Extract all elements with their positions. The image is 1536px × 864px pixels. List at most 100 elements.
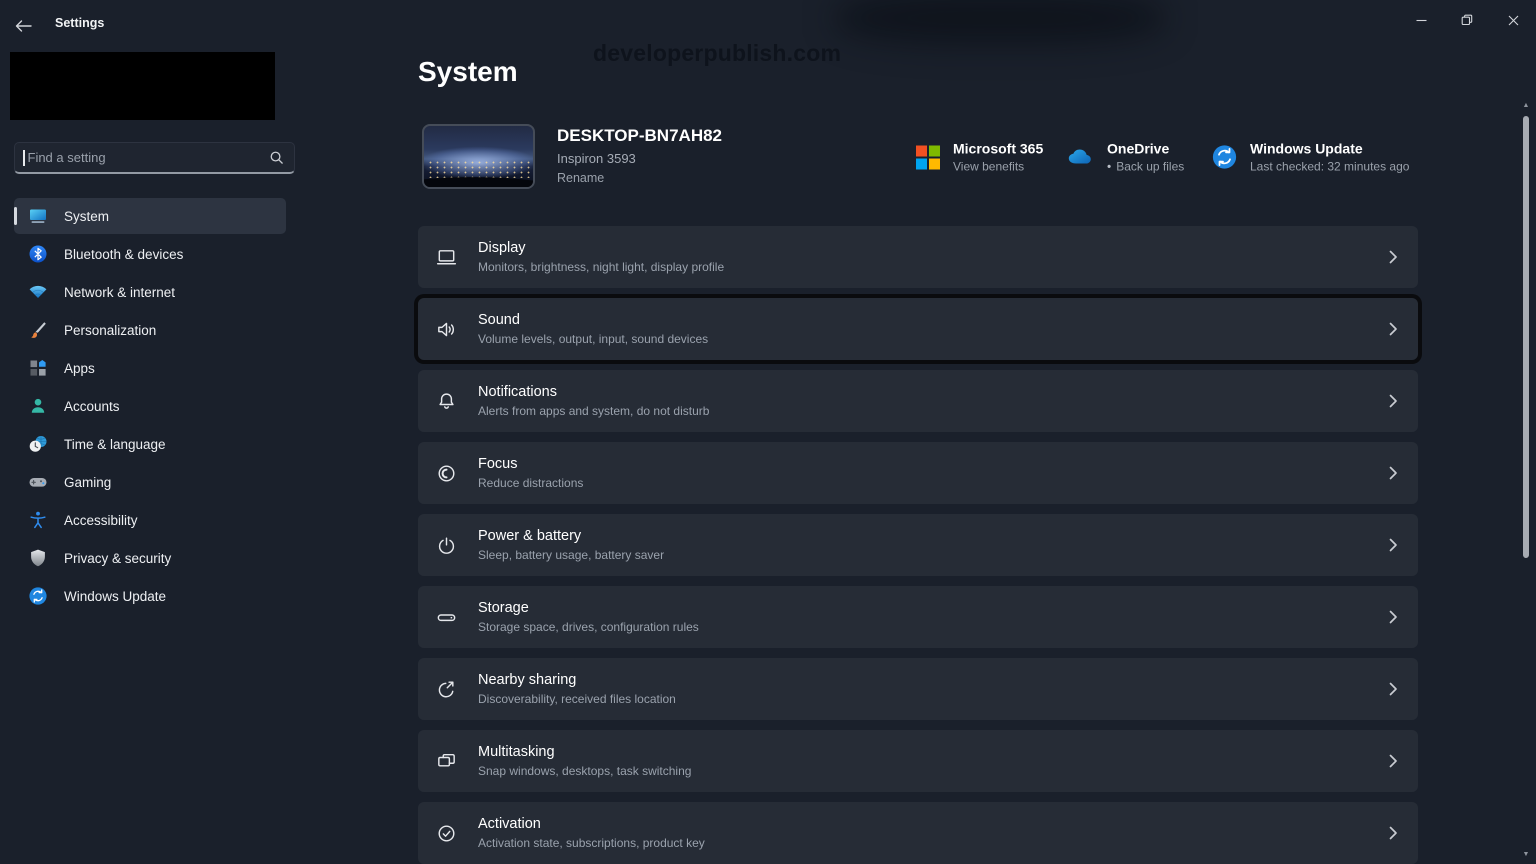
sound-icon (435, 318, 458, 341)
sidebar-item-bluetooth-devices[interactable]: Bluetooth & devices (14, 236, 286, 272)
settings-row-multitasking[interactable]: MultitaskingSnap windows, desktops, task… (418, 730, 1418, 792)
row-subtitle: Discoverability, received files location (478, 692, 676, 706)
sidebar-item-accessibility[interactable]: Accessibility (14, 502, 286, 538)
settings-row-activation[interactable]: Activation Activation state, subscription… (418, 802, 1418, 864)
search-input[interactable] (25, 150, 270, 165)
row-title: Notifications (478, 384, 709, 400)
quick-info-subtitle: •Back up files (1107, 160, 1184, 174)
row-title: Sound (478, 312, 708, 328)
status-dot: • (1107, 161, 1111, 173)
settings-row-notifications[interactable]: Notifications Alerts from apps and system… (418, 370, 1418, 432)
close-button[interactable] (1490, 0, 1536, 40)
row-subtitle: Alerts from apps and system, do not dist… (478, 404, 709, 418)
scroll-down-arrow[interactable]: ▼ (1521, 851, 1531, 858)
sidebar-item-label: Bluetooth & devices (64, 247, 183, 262)
power-icon (435, 534, 458, 557)
quick-info-subtitle: View benefits (953, 160, 1043, 174)
quick-info-microsoft-365[interactable]: Microsoft 365View benefits (915, 141, 1043, 174)
sidebar-item-network-internet[interactable]: Network & internet (14, 274, 286, 310)
chevron-right-icon (1386, 321, 1400, 337)
bluetooth-icon (28, 244, 48, 264)
minimize-button[interactable] (1398, 0, 1444, 40)
row-title: Power & battery (478, 528, 664, 544)
settings-window: Settings developerpublish.com SystemBlue… (0, 0, 1536, 864)
row-subtitle: Volume levels, output, input, sound devi… (478, 332, 708, 346)
sidebar-item-label: Accessibility (64, 513, 138, 528)
personalization-icon (28, 320, 48, 340)
update-circle-icon (1211, 144, 1238, 171)
sidebar: System Bluetooth & devices Network & inter… (0, 48, 300, 864)
storage-icon (435, 606, 458, 629)
page-title: System (418, 56, 518, 88)
sidebar-item-label: Time & language (64, 437, 166, 452)
device-thumbnail (422, 124, 535, 189)
sidebar-item-windows-update[interactable]: Windows Update (14, 578, 286, 614)
row-subtitle: Storage space, drives, configuration rul… (478, 620, 699, 634)
device-name: DESKTOP-BN7AH82 (557, 126, 722, 146)
onedrive-cloud-icon (1064, 147, 1095, 168)
quick-info-title: OneDrive (1107, 141, 1184, 157)
focus-icon (435, 462, 458, 485)
quick-info-title: Windows Update (1250, 141, 1409, 157)
sidebar-item-time-language[interactable]: Time & language (14, 426, 286, 462)
device-section: DESKTOP-BN7AH82 Inspiron 3593 Rename Mic… (418, 124, 1418, 190)
display-icon (435, 246, 458, 269)
scrollbar[interactable]: ▲ ▼ (1521, 100, 1531, 860)
sidebar-item-label: Apps (64, 361, 95, 376)
chevron-right-icon (1386, 609, 1400, 625)
sidebar-item-label: Windows Update (64, 589, 166, 604)
nearby-sharing-icon (435, 678, 458, 701)
settings-row-sound[interactable]: Sound Volume levels, output, input, sound… (418, 298, 1418, 360)
time-language-icon (28, 434, 48, 454)
settings-row-display[interactable]: Display Monitors, brightness, night light… (418, 226, 1418, 288)
settings-rows-list: Display Monitors, brightness, night light… (418, 226, 1418, 864)
row-title: Nearby sharing (478, 672, 676, 688)
sidebar-item-privacy-security[interactable]: Privacy & security (14, 540, 286, 576)
bell-icon (435, 390, 458, 413)
sidebar-item-label: Network & internet (64, 285, 175, 300)
row-title: Display (478, 240, 724, 256)
chevron-right-icon (1386, 537, 1400, 553)
row-subtitle: Monitors, brightness, night light, displ… (478, 260, 724, 274)
activation-icon (435, 822, 458, 845)
sidebar-item-system[interactable]: System (14, 198, 286, 234)
network-icon (28, 282, 48, 302)
quick-info-windows-update-status[interactable]: Windows Update Last checked: 32 minutes a… (1211, 141, 1409, 174)
accessibility-icon (28, 510, 48, 530)
row-title: Activation (478, 816, 705, 832)
chevron-right-icon (1386, 465, 1400, 481)
settings-row-focus[interactable]: FocusReduce distractions (418, 442, 1418, 504)
main-content: System DESKTOP-BN7AH82 Inspiron 3593 Ren… (418, 48, 1418, 864)
privacy-security-icon (28, 548, 48, 568)
scroll-up-arrow[interactable]: ▲ (1521, 102, 1531, 109)
quick-info-subtitle: Last checked: 32 minutes ago (1250, 160, 1409, 174)
sidebar-item-personalization[interactable]: Personalization (14, 312, 286, 348)
scrollbar-thumb[interactable] (1523, 116, 1529, 558)
row-subtitle: Reduce distractions (478, 476, 583, 490)
row-subtitle: Sleep, battery usage, battery saver (478, 548, 664, 562)
selected-indicator (14, 207, 17, 225)
back-button[interactable] (15, 15, 41, 37)
row-subtitle: Activation state, subscriptions, product… (478, 836, 705, 850)
search-box[interactable] (14, 142, 295, 174)
sidebar-item-accounts[interactable]: Accounts (14, 388, 286, 424)
restore-button[interactable] (1444, 0, 1490, 40)
apps-icon (28, 358, 48, 378)
search-icon[interactable] (269, 150, 284, 165)
settings-row-nearby-sharing[interactable]: Nearby sharing Discoverability, received … (418, 658, 1418, 720)
settings-row-storage[interactable]: StorageStorage space, drives, configurat… (418, 586, 1418, 648)
rename-link[interactable]: Rename (557, 171, 604, 185)
sidebar-item-apps[interactable]: Apps (14, 350, 286, 386)
chevron-right-icon (1386, 393, 1400, 409)
windows-update-icon (28, 586, 48, 606)
dark-smudge (835, 0, 1165, 44)
settings-row-power-battery[interactable]: Power & battery Sleep, battery usage, bat… (418, 514, 1418, 576)
accounts-icon (28, 396, 48, 416)
chevron-right-icon (1386, 825, 1400, 841)
sidebar-item-gaming[interactable]: Gaming (14, 464, 286, 500)
app-title: Settings (55, 16, 104, 30)
quick-info-onedrive[interactable]: OneDrive •Back up files (1064, 141, 1184, 174)
chevron-right-icon (1386, 681, 1400, 697)
row-title: Multitasking (478, 744, 691, 760)
microsoft-logo-icon (915, 144, 941, 170)
